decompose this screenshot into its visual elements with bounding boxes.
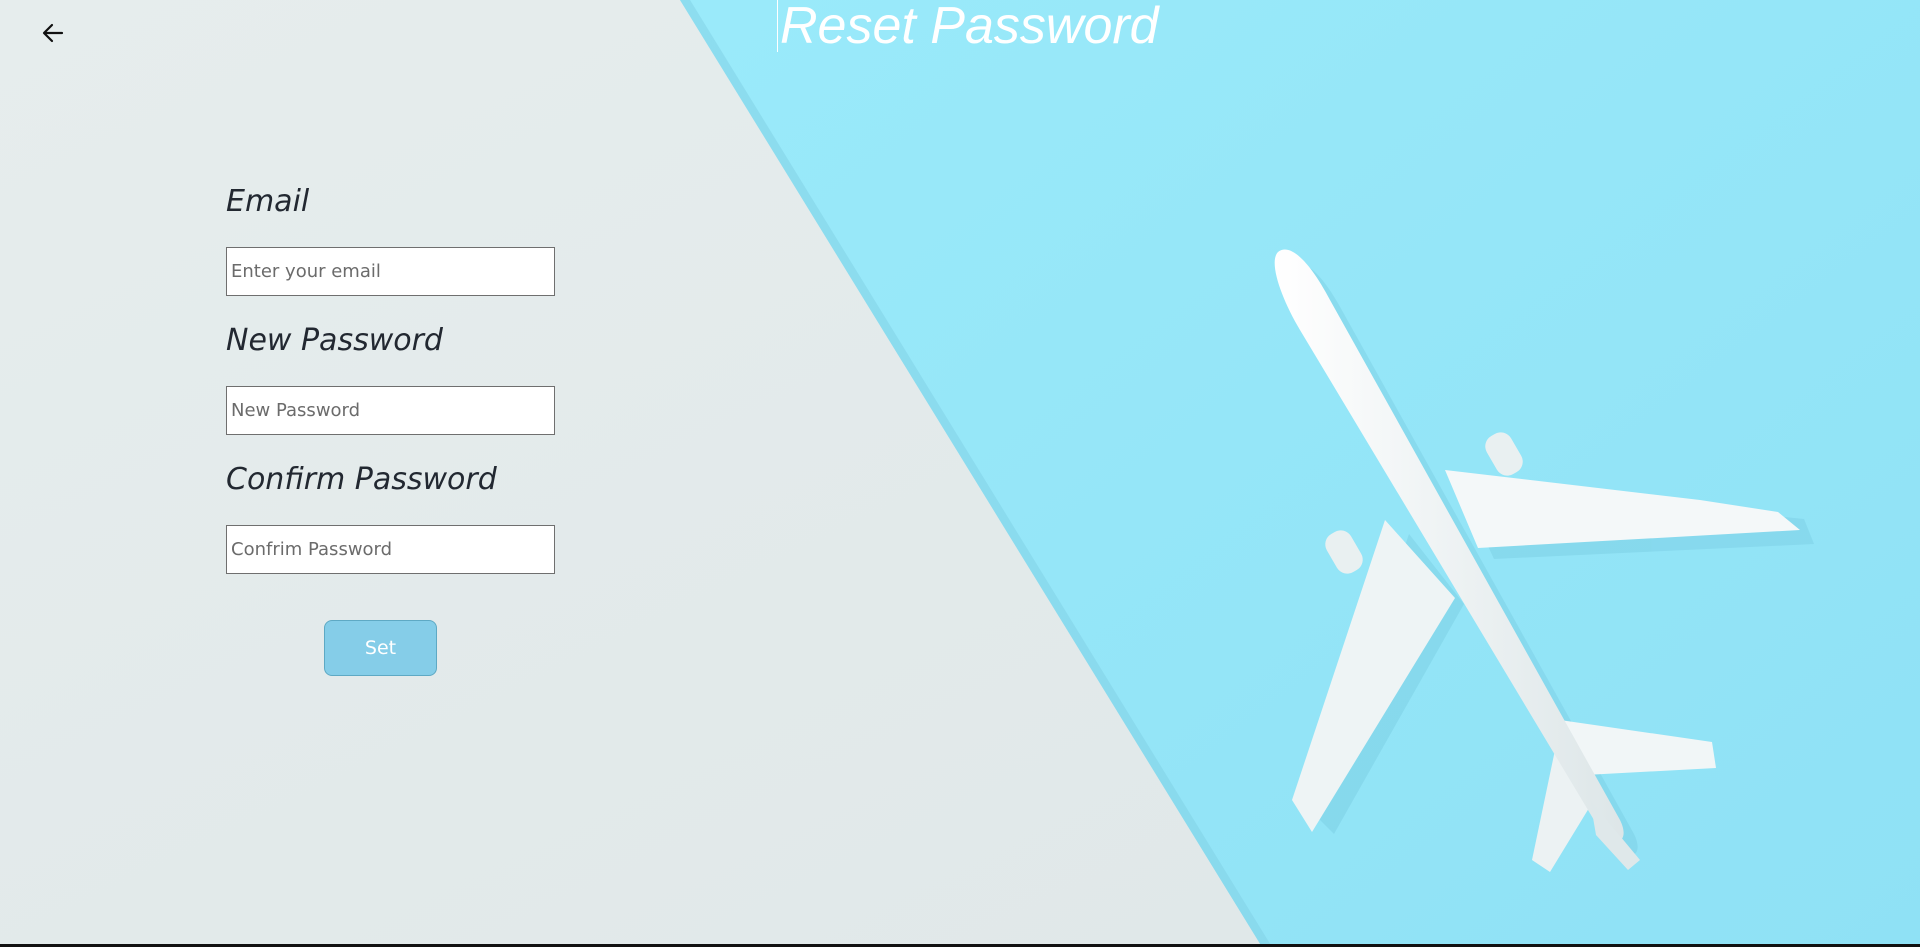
confirm-password-label: Confirm Password	[226, 462, 497, 497]
set-button[interactable]: Set	[324, 620, 437, 676]
back-button[interactable]	[36, 18, 70, 48]
page-title: Reset Password	[777, 0, 1159, 52]
arrow-left-icon	[42, 23, 64, 43]
confirm-password-field[interactable]	[226, 525, 555, 574]
reset-password-page: Reset Password Email New Password Confir…	[0, 0, 1920, 947]
new-password-field[interactable]	[226, 386, 555, 435]
email-label: Email	[226, 184, 310, 219]
new-password-label: New Password	[226, 323, 443, 358]
email-field[interactable]	[226, 247, 555, 296]
